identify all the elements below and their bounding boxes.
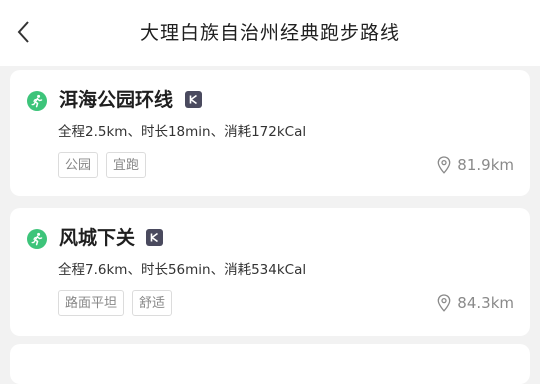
route-tags: 公园 宜跑 — [58, 152, 147, 178]
route-name: 风城下关 — [59, 227, 136, 249]
running-person-icon — [27, 229, 47, 249]
route-tag: 宜跑 — [106, 152, 147, 178]
route-stats: 全程7.6km、时长56min、消耗534kCal — [58, 262, 307, 278]
route-card[interactable]: 洱海公园环线 全程2.5km、时长18min、消耗172kCal 公园 宜跑 8… — [10, 70, 530, 196]
route-distance: 84.3km — [437, 292, 514, 314]
running-person-icon — [27, 91, 47, 111]
route-tag: 公园 — [58, 152, 99, 178]
location-pin-icon — [437, 294, 451, 312]
route-tags: 路面平坦 舒适 — [58, 290, 173, 316]
distance-value: 81.9km — [457, 156, 514, 174]
top-bar: 大理白族自治州经典跑步路线 — [0, 0, 540, 66]
route-card[interactable]: 风城下关 全程7.6km、时长56min、消耗534kCal 路面平坦 舒适 8… — [10, 208, 530, 336]
page-title: 大理白族自治州经典跑步路线 — [139, 22, 400, 44]
location-pin-icon — [437, 156, 451, 174]
k-badge-icon — [146, 229, 163, 246]
k-badge-icon — [185, 91, 202, 108]
route-tag: 舒适 — [132, 290, 173, 316]
distance-value: 84.3km — [457, 294, 514, 312]
route-card-partial[interactable] — [10, 344, 530, 384]
route-tag: 路面平坦 — [58, 290, 125, 316]
route-name: 洱海公园环线 — [59, 89, 174, 111]
route-distance: 81.9km — [437, 154, 514, 176]
route-stats: 全程2.5km、时长18min、消耗172kCal — [58, 124, 307, 140]
